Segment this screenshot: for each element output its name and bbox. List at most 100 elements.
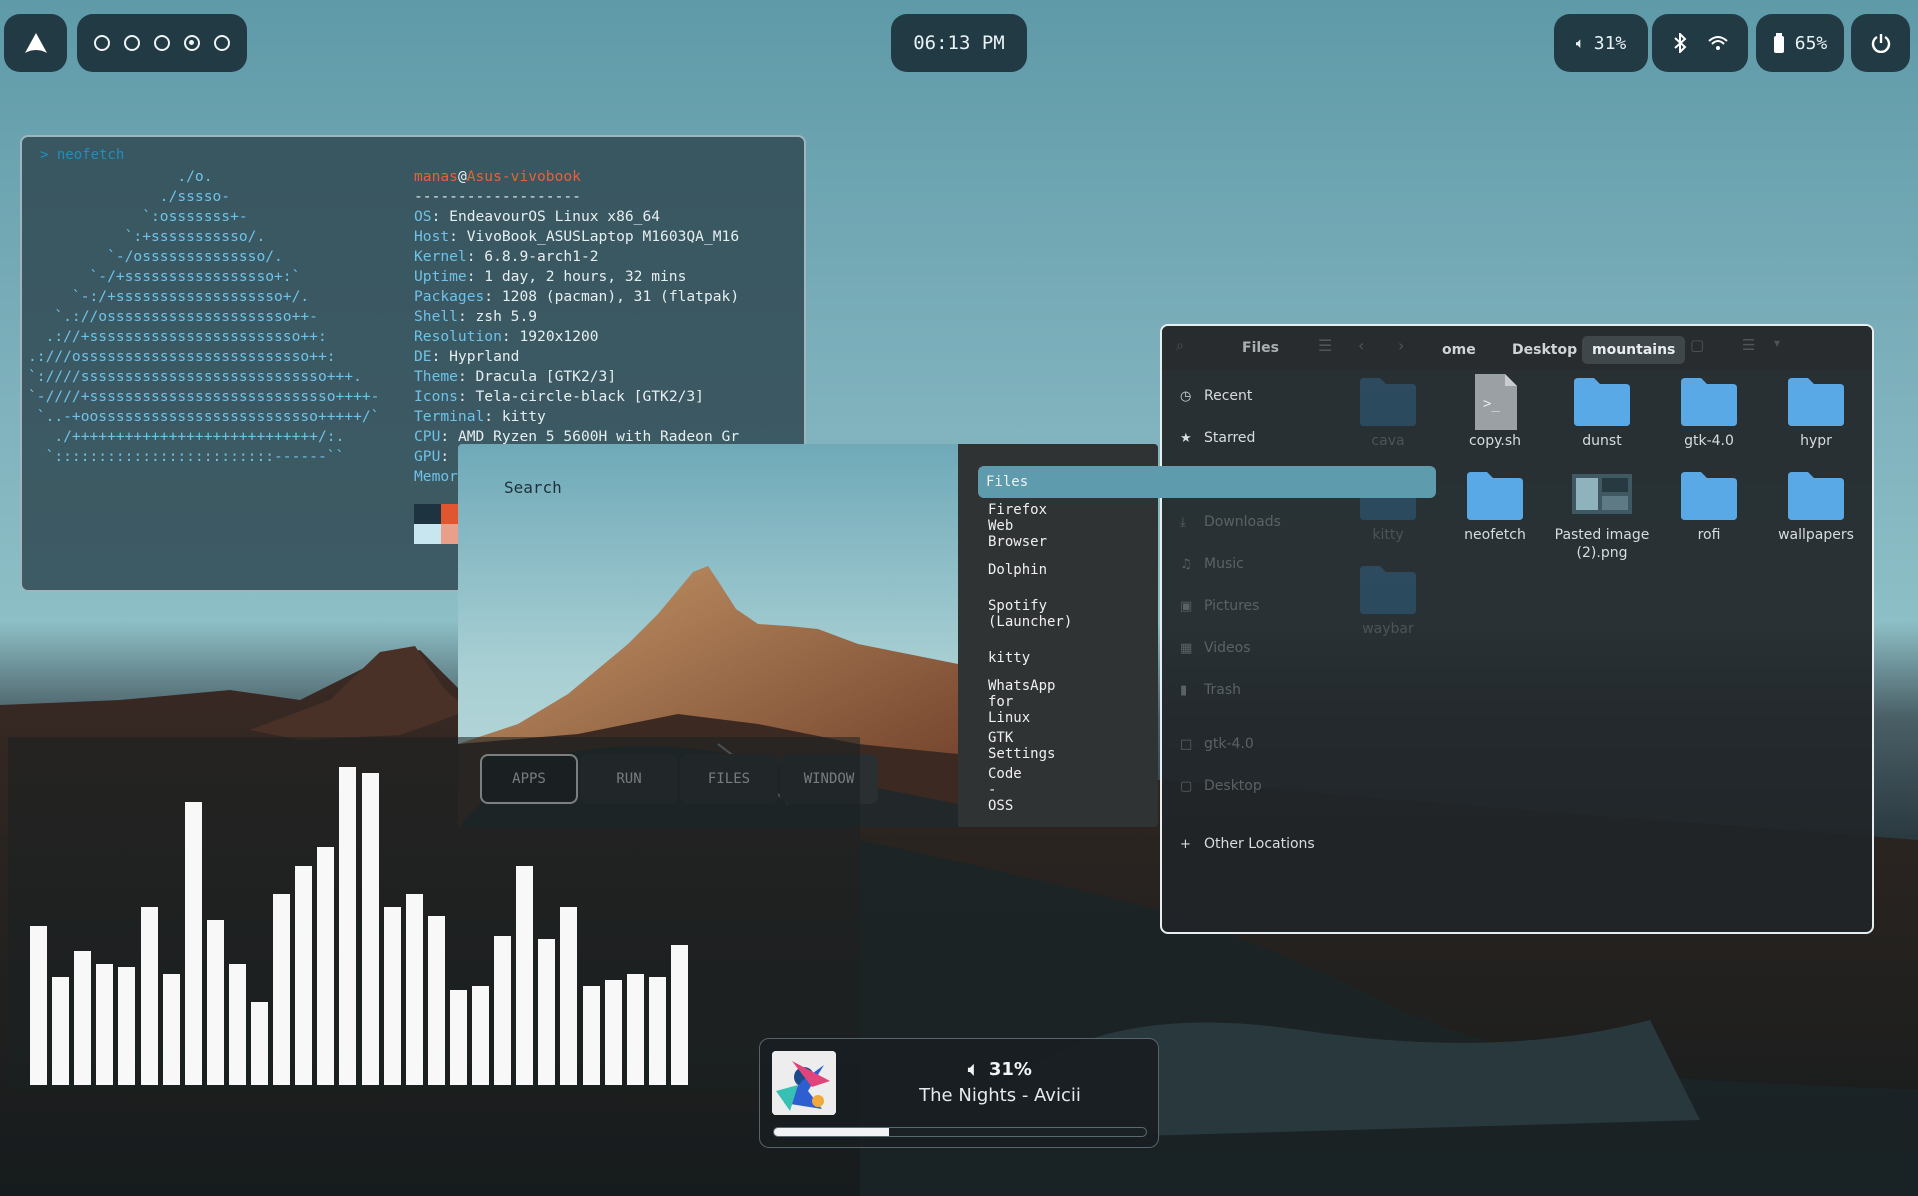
power-button[interactable]	[1851, 14, 1910, 72]
file-manager-window[interactable]: ⌕ Files ☰ ‹ › ome Desktop mountains ▢ ☰ ▾ …	[1160, 324, 1874, 934]
color-swatch	[414, 524, 441, 544]
trash-icon: ▮	[1180, 682, 1188, 698]
menu-icon[interactable]: ☰	[1318, 336, 1332, 355]
sidebar-item-pictures[interactable]: ▣ Pictures	[1180, 598, 1259, 614]
sidebar-item-music[interactable]: ♫ Music	[1180, 556, 1244, 572]
sidebar-item-other-locations[interactable]: + Other Locations	[1180, 836, 1315, 852]
info-value: kitty	[493, 408, 546, 425]
info-key: Packages	[414, 288, 485, 305]
file-label[interactable]: rofi	[1654, 526, 1764, 544]
video-icon: ▦	[1180, 640, 1193, 656]
forward-icon[interactable]: ›	[1398, 336, 1404, 355]
folder-icon[interactable]	[1679, 374, 1739, 426]
file-label[interactable]: Pasted image (2).png	[1547, 526, 1657, 562]
visualizer-bar	[295, 865, 313, 1085]
visualizer-bar	[140, 906, 158, 1085]
search-icon[interactable]: ⌕	[1176, 338, 1184, 354]
music-icon: ♫	[1180, 556, 1192, 572]
folder-icon[interactable]	[1465, 468, 1525, 520]
workspace-3-dot[interactable]	[154, 35, 170, 51]
info-value: Hyprland	[440, 348, 520, 365]
workspace-5-dot[interactable]	[214, 35, 230, 51]
breadcrumb-mountains[interactable]: mountains	[1582, 336, 1686, 364]
battery-icon	[1773, 33, 1784, 53]
file-label[interactable]: dunst	[1547, 432, 1657, 450]
breadcrumb-desktop[interactable]: Desktop	[1502, 336, 1587, 364]
file-label[interactable]: neofetch	[1440, 526, 1550, 544]
info-key: Uptime	[414, 268, 467, 285]
connectivity-widget[interactable]	[1652, 14, 1748, 72]
color-swatch	[414, 504, 441, 524]
breadcrumb-ome[interactable]: ome	[1432, 336, 1486, 364]
info-colon: :	[440, 448, 450, 465]
info-value: 1208 (pacman), 31 (flatpak)	[493, 288, 740, 305]
image-file-icon[interactable]	[1572, 468, 1632, 520]
workspace-4-dot[interactable]	[184, 35, 200, 51]
sidebar-item-gtk-4-0[interactable]: □ gtk-4.0	[1180, 736, 1254, 752]
info-key: DE	[414, 348, 432, 365]
desktop-icon: ▢	[1180, 778, 1193, 794]
power-icon	[1871, 34, 1890, 53]
folder-icon[interactable]	[1572, 374, 1632, 426]
info-colon: :	[484, 408, 494, 425]
folder-icon[interactable]	[1358, 562, 1418, 614]
sidebar-item-videos[interactable]: ▦ Videos	[1180, 640, 1251, 656]
workspace-2-dot[interactable]	[124, 35, 140, 51]
launcher-app-dolphin[interactable]: Dolphin	[980, 554, 1047, 586]
wifi-icon[interactable]	[1707, 35, 1728, 51]
view-list-icon[interactable]: ☰	[1742, 336, 1755, 354]
bluetooth-icon[interactable]	[1673, 33, 1687, 53]
launcher-app-code-oss[interactable]: Code - OSS	[980, 766, 1022, 814]
info-colon: :	[466, 248, 476, 265]
sidebar-item-downloads[interactable]: ⤓ Downloads	[1180, 514, 1281, 530]
file-label[interactable]: waybar	[1333, 620, 1443, 638]
file-label[interactable]: cava	[1333, 432, 1443, 450]
visualizer-bar	[538, 938, 556, 1085]
launcher-app-files[interactable]: Files	[978, 466, 1436, 498]
sidebar-item-desktop[interactable]: ▢ Desktop	[1180, 778, 1262, 794]
progress-fill	[774, 1128, 890, 1136]
chevron-down-icon[interactable]: ▾	[1774, 336, 1780, 350]
volume-icon[interactable]: 🔈︎	[968, 1059, 979, 1080]
sidebar-item-label: Pictures	[1204, 598, 1260, 614]
info-colon: :	[449, 228, 458, 245]
music-player-widget[interactable]: 🔈︎ 31% The Nights - Avicii	[759, 1038, 1159, 1148]
sidebar-item-trash[interactable]: ▮ Trash	[1180, 682, 1241, 698]
file-label[interactable]: wallpapers	[1761, 526, 1871, 544]
sidebar-item-label: Recent	[1204, 388, 1253, 404]
visualizer-bar	[96, 964, 114, 1085]
visualizer-bar	[648, 976, 666, 1085]
sidebar-item-starred[interactable]: ★ Starred	[1180, 430, 1255, 446]
info-key: Theme	[414, 368, 458, 385]
search-input[interactable]: Search	[504, 478, 562, 497]
file-label[interactable]: gtk-4.0	[1654, 432, 1764, 450]
file-label[interactable]: copy.sh	[1440, 432, 1550, 450]
launcher-app-whatsapp-for-linux[interactable]: WhatsApp for Linux	[980, 678, 1055, 726]
sidebar-item-recent[interactable]: ◷ Recent	[1180, 388, 1252, 404]
battery-widget[interactable]: 65%	[1756, 14, 1844, 72]
track-title: The Nights - Avicii	[919, 1085, 1081, 1106]
folder-icon[interactable]	[1358, 374, 1418, 426]
new-folder-icon[interactable]: ▢	[1690, 336, 1704, 354]
volume-widget[interactable]: 🔈︎ 31%	[1554, 14, 1648, 72]
visualizer-bar	[118, 967, 136, 1085]
progress-bar[interactable]	[773, 1127, 1147, 1137]
launcher-app-spotify-launcher[interactable]: Spotify (Launcher)	[980, 598, 1072, 630]
folder-icon[interactable]	[1786, 374, 1846, 426]
folder-icon[interactable]	[1679, 468, 1739, 520]
launcher-app-gtk-settings[interactable]: GTK Settings	[980, 730, 1055, 762]
info-colon: :	[457, 368, 467, 385]
app-launcher-button[interactable]	[4, 14, 67, 72]
sidebar-item-label: Trash	[1204, 682, 1241, 698]
file-label[interactable]: hypr	[1761, 432, 1871, 450]
back-icon[interactable]: ‹	[1358, 336, 1364, 355]
visualizer-bar	[273, 894, 291, 1085]
info-key: Terminal	[414, 408, 485, 425]
script-file-icon[interactable]: >_	[1465, 374, 1525, 430]
launcher-app-kitty[interactable]: kitty	[980, 642, 1030, 674]
file-label[interactable]: kitty	[1333, 526, 1443, 544]
volume-icon: 🔈︎	[1575, 34, 1585, 52]
workspace-1-dot[interactable]	[94, 35, 110, 51]
folder-icon[interactable]	[1786, 468, 1846, 520]
launcher-app-firefox-web-browser[interactable]: Firefox Web Browser	[980, 502, 1047, 550]
